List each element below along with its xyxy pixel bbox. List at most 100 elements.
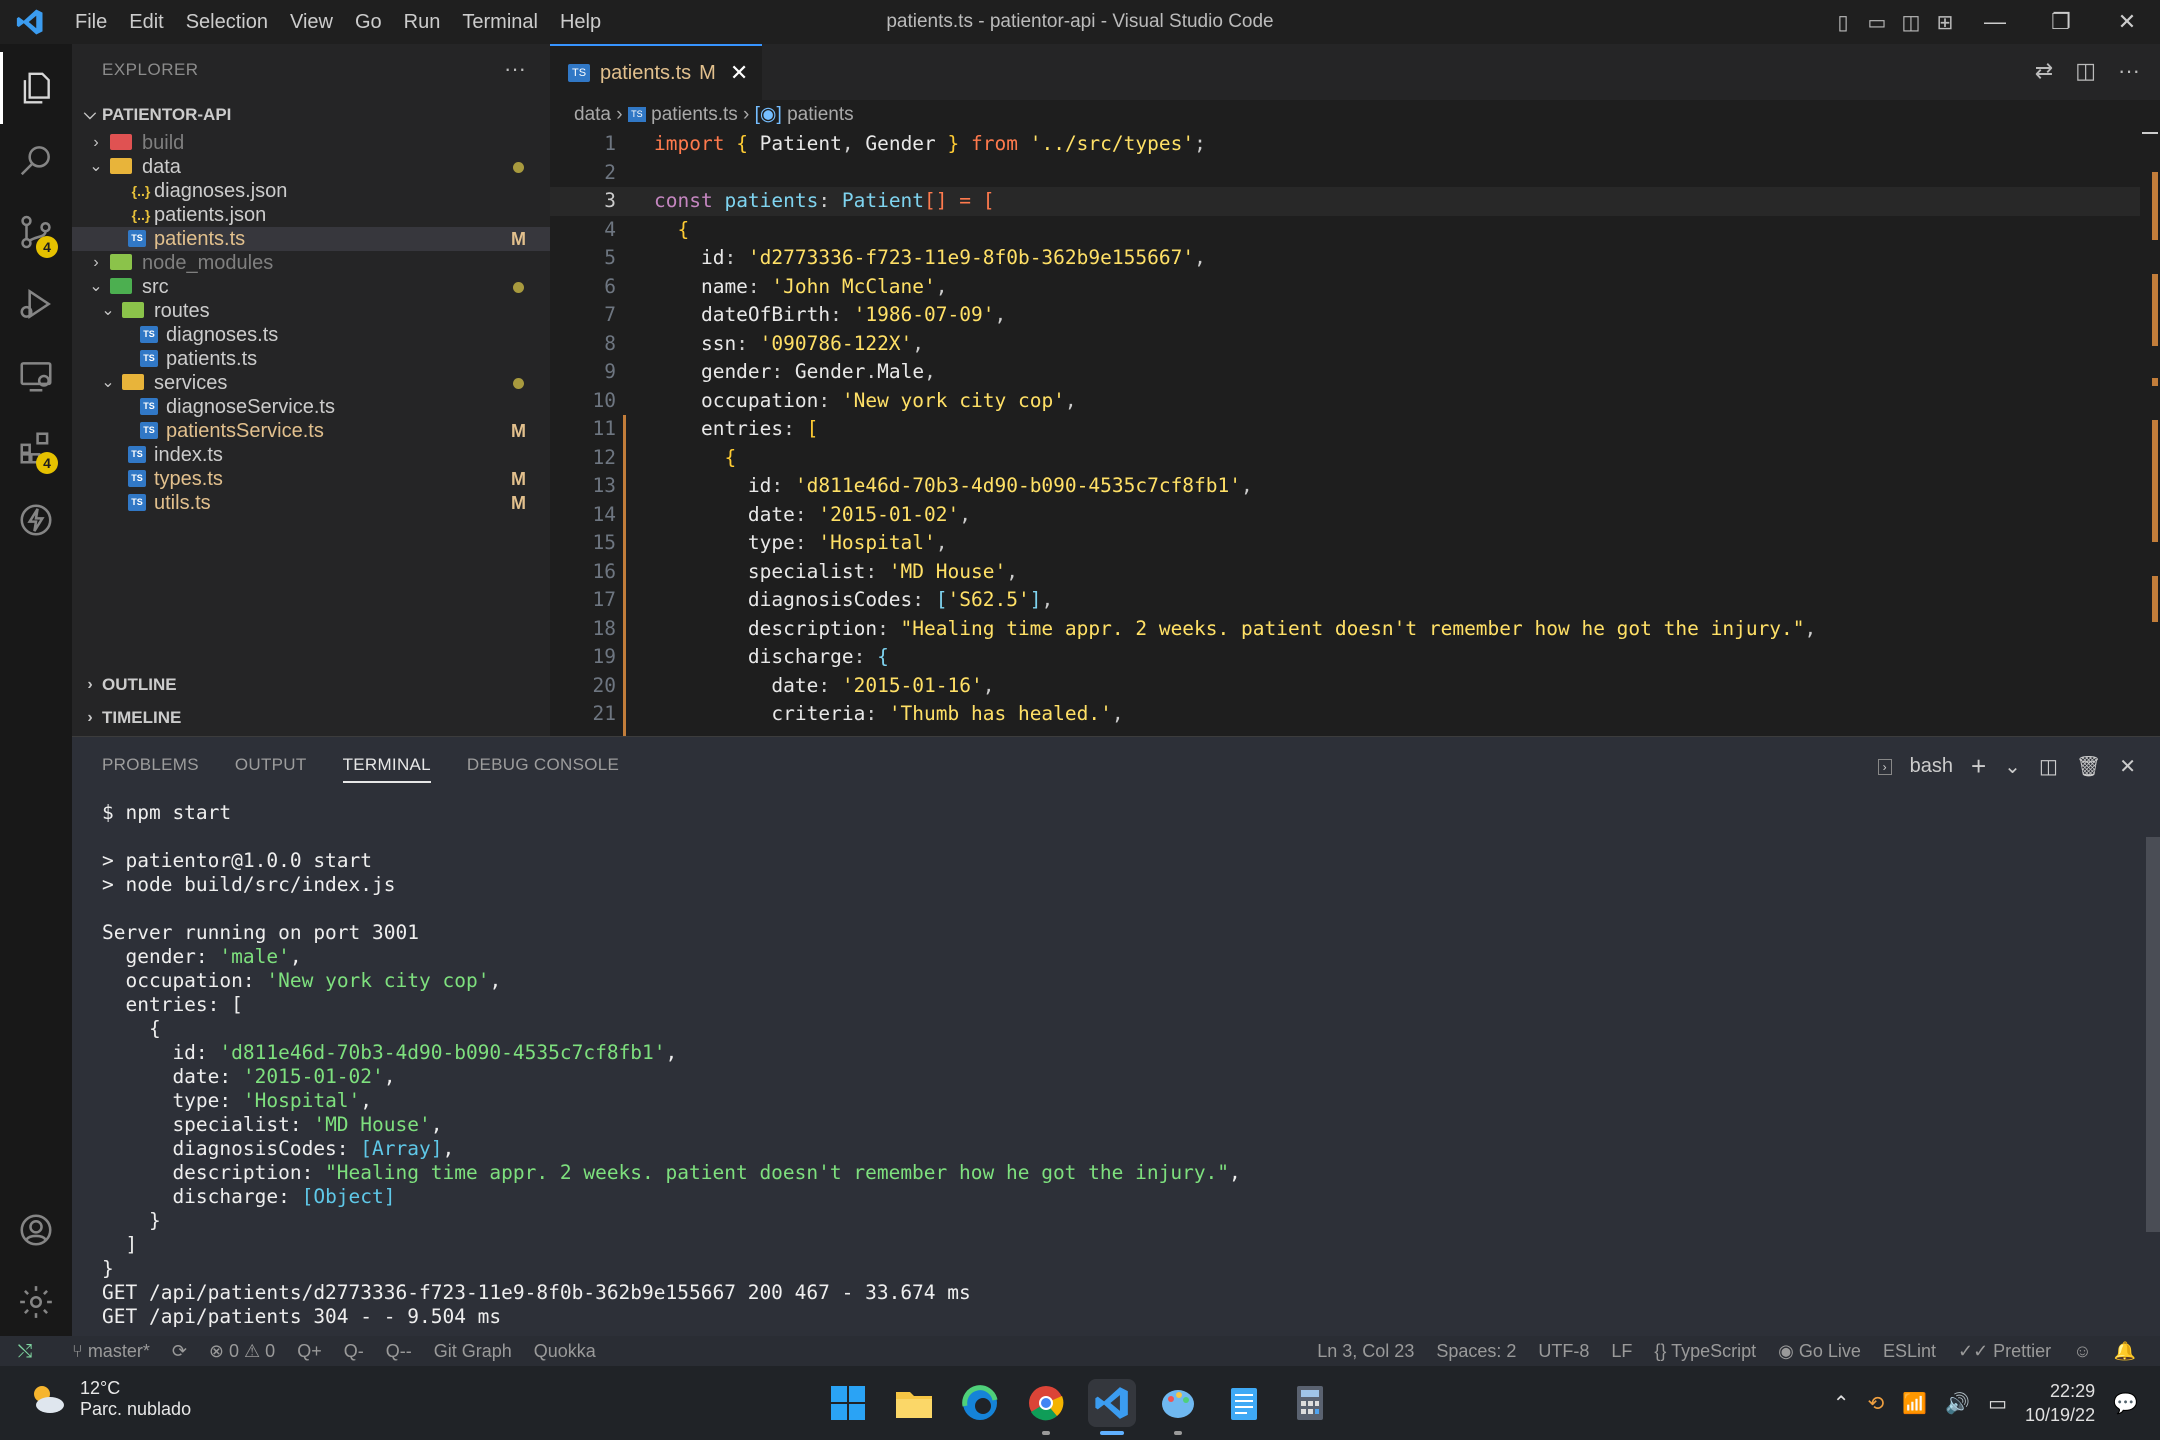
feedback-icon[interactable]: ☺ <box>2073 1336 2091 1366</box>
notepad-icon[interactable] <box>1220 1379 1268 1427</box>
vscode-taskbar-icon[interactable] <box>1088 1379 1136 1435</box>
file-explorer-icon[interactable] <box>890 1379 938 1427</box>
terminal-scrollbar[interactable] <box>2146 837 2160 1232</box>
menu-selection[interactable]: Selection <box>175 11 279 34</box>
git-graph-button[interactable]: Git Graph <box>434 1336 512 1366</box>
accounts-icon[interactable] <box>0 1194 72 1266</box>
outline-section[interactable]: › OUTLINE <box>72 668 550 701</box>
timeline-section[interactable]: › TIMELINE <box>72 701 550 734</box>
extensions-icon[interactable]: 4 <box>0 412 72 484</box>
folder-node_modules[interactable]: › node_modules <box>72 251 550 275</box>
eslint-status[interactable]: ESLint <box>1883 1336 1936 1366</box>
tab-problems[interactable]: PROBLEMS <box>102 755 199 783</box>
tab-output[interactable]: OUTPUT <box>235 755 307 783</box>
breadcrumb-file[interactable]: patients.ts <box>651 104 738 125</box>
more-actions-icon[interactable]: ··· <box>504 56 526 82</box>
search-icon[interactable] <box>0 124 72 196</box>
battery-icon[interactable]: ▭ <box>1988 1391 2007 1416</box>
breadcrumb-folder[interactable]: data <box>574 104 611 125</box>
quokka-minus[interactable]: Q- <box>344 1336 364 1366</box>
folder-build[interactable]: › build <box>72 131 550 155</box>
indentation[interactable]: Spaces: 2 <box>1436 1336 1516 1366</box>
explorer-icon[interactable] <box>0 52 72 124</box>
language-mode[interactable]: {} TypeScript <box>1654 1336 1756 1366</box>
project-root[interactable]: ⌵ PATIENTOR-API <box>72 98 550 131</box>
update-icon[interactable]: ⟲ <box>1868 1391 1885 1416</box>
file-patients-ts[interactable]: TS patients.ts M <box>72 227 550 251</box>
quokka-minus-minus[interactable]: Q-- <box>386 1336 412 1366</box>
edge-browser-icon[interactable] <box>956 1379 1004 1427</box>
settings-gear-icon[interactable] <box>0 1266 72 1338</box>
prettier-status[interactable]: ✓✓ Prettier <box>1958 1336 2051 1366</box>
terminal-shell-name[interactable]: bash <box>1910 755 1953 778</box>
trash-icon[interactable]: 🗑 <box>2076 754 2101 779</box>
encoding[interactable]: UTF-8 <box>1538 1336 1589 1366</box>
tab-terminal[interactable]: TERMINAL <box>342 755 431 783</box>
notifications-bell-icon[interactable]: 🔔 <box>2114 1336 2136 1366</box>
go-live-button[interactable]: ◉ Go Live <box>1778 1336 1861 1366</box>
folder-data[interactable]: ⌄ data <box>72 155 550 179</box>
calculator-icon[interactable] <box>1286 1379 1334 1427</box>
close-window-button[interactable]: ✕ <box>2094 9 2160 35</box>
breadcrumb-symbol[interactable]: patients <box>787 104 854 125</box>
git-branch[interactable]: ⑂ master* <box>72 1336 150 1366</box>
menu-file[interactable]: File <box>64 11 118 34</box>
remote-indicator-icon[interactable]: ⤭ <box>0 1336 50 1366</box>
split-terminal-icon[interactable]: ◫ <box>2039 754 2058 779</box>
problems-indicator[interactable]: ⊗ 0 ⚠ 0 <box>209 1336 275 1366</box>
open-changes-icon[interactable]: ⇄ <box>2035 58 2053 84</box>
cursor-position[interactable]: Ln 3, Col 23 <box>1317 1336 1414 1366</box>
notification-center-icon[interactable]: 💬 <box>2113 1391 2138 1416</box>
toggle-secondary-sidebar-icon[interactable]: ◫ <box>1894 10 1928 35</box>
terminal-output[interactable]: $ npm start > patientor@1.0.0 start > node… <box>102 801 1241 1329</box>
weather-widget[interactable]: 12°C Parc. nublado <box>28 1378 191 1420</box>
thunder-icon[interactable] <box>0 484 72 556</box>
split-editor-icon[interactable]: ◫ <box>2075 58 2096 84</box>
chevron-up-icon[interactable]: ⌃ <box>1833 1391 1850 1416</box>
file-patientsService-ts[interactable]: TS patientsService.ts M <box>72 419 550 443</box>
folder-src[interactable]: ⌄ src <box>72 275 550 299</box>
toggle-sidebar-icon[interactable]: ▯ <box>1826 10 1860 35</box>
folder-routes[interactable]: ⌄ routes <box>72 299 550 323</box>
file-patients-ts[interactable]: TS patients.ts <box>72 347 550 371</box>
close-panel-icon[interactable]: ✕ <box>2119 754 2136 779</box>
minimize-button[interactable]: — <box>1962 9 2028 35</box>
menu-terminal[interactable]: Terminal <box>451 11 549 34</box>
volume-icon[interactable]: 🔊 <box>1945 1391 1970 1416</box>
chrome-browser-icon[interactable] <box>1022 1379 1070 1435</box>
clock[interactable]: 22:29 10/19/22 <box>2025 1379 2095 1427</box>
tab-patients-ts[interactable]: TS patients.ts M ✕ <box>550 44 762 100</box>
file-types-ts[interactable]: TS types.ts M <box>72 467 550 491</box>
file-patients-json[interactable]: {..} patients.json <box>72 203 550 227</box>
quokka-plus[interactable]: Q+ <box>297 1336 322 1366</box>
line-ending[interactable]: LF <box>1611 1336 1632 1366</box>
code-editor[interactable]: 1 import { Patient, Gender } from '../src… <box>550 130 2160 736</box>
close-tab-icon[interactable]: ✕ <box>730 60 748 86</box>
new-terminal-icon[interactable]: + <box>1971 751 1986 782</box>
restore-button[interactable]: ❐ <box>2028 9 2094 35</box>
file-index-ts[interactable]: TS index.ts <box>72 443 550 467</box>
menu-run[interactable]: Run <box>393 11 452 34</box>
quokka-button[interactable]: Quokka <box>534 1336 596 1366</box>
windows-start-icon[interactable] <box>824 1379 872 1427</box>
file-diagnoses-json[interactable]: {..} diagnoses.json <box>72 179 550 203</box>
source-control-icon[interactable]: 4 <box>0 196 72 268</box>
paint-app-icon[interactable] <box>1154 1379 1202 1435</box>
more-actions-icon[interactable]: ··· <box>2118 58 2140 84</box>
sync-icon[interactable]: ⟳ <box>172 1336 187 1366</box>
wifi-icon[interactable]: 📶 <box>1902 1391 1927 1416</box>
menu-edit[interactable]: Edit <box>118 11 174 34</box>
chevron-down-icon[interactable]: ⌄ <box>2004 754 2021 779</box>
toggle-panel-icon[interactable]: ▭ <box>1860 10 1894 35</box>
file-diagnoseService-ts[interactable]: TS diagnoseService.ts <box>72 395 550 419</box>
menu-view[interactable]: View <box>279 11 344 34</box>
remote-explorer-icon[interactable] <box>0 340 72 412</box>
file-diagnoses-ts[interactable]: TS diagnoses.ts <box>72 323 550 347</box>
menu-go[interactable]: Go <box>344 11 393 34</box>
file-utils-ts[interactable]: TS utils.ts M <box>72 491 550 515</box>
menu-help[interactable]: Help <box>549 11 612 34</box>
customize-layout-icon[interactable]: ⊞ <box>1928 10 1962 35</box>
tab-debug-console[interactable]: DEBUG CONSOLE <box>467 755 619 783</box>
run-debug-icon[interactable] <box>0 268 72 340</box>
folder-services[interactable]: ⌄ services <box>72 371 550 395</box>
